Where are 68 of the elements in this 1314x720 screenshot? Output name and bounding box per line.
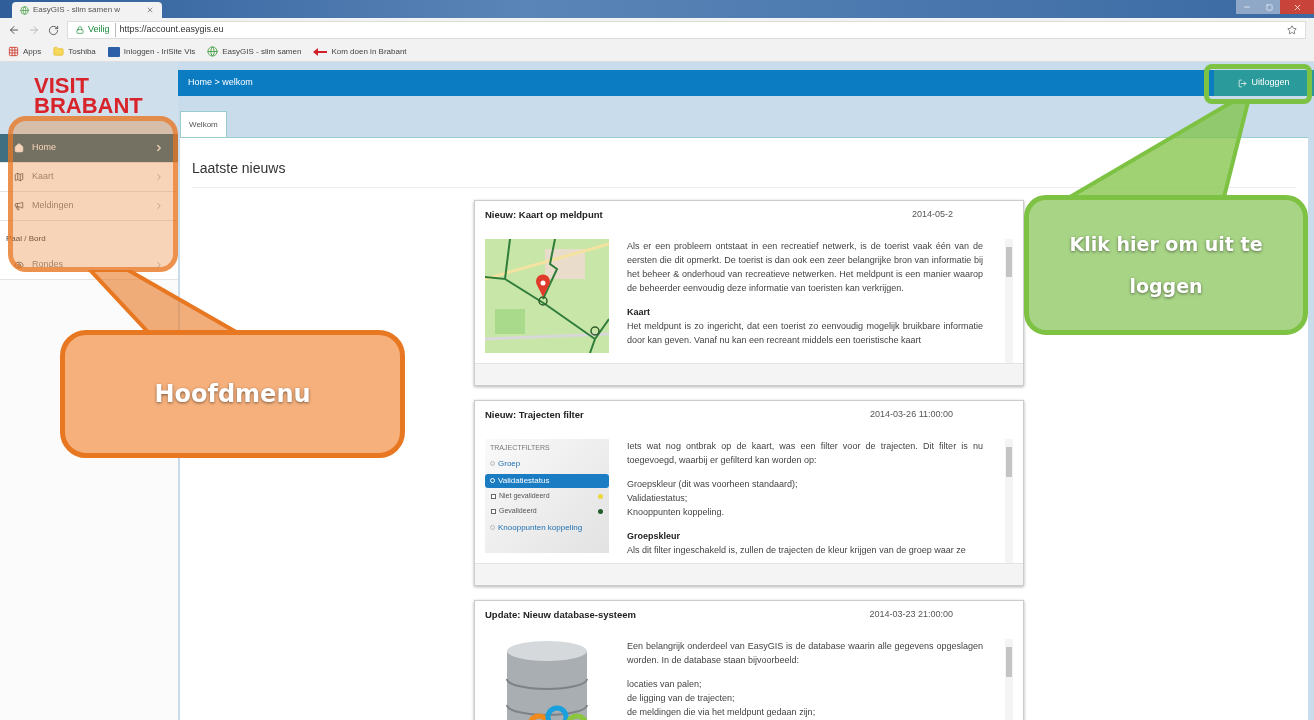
news-title: Update: Nieuw database-systeem: [485, 607, 636, 622]
news-paragraph: Een belangrijk onderdeel van EasyGIS is de database waarin alle gegevens opgeslagen worden. In de database staan bijvoorbeeld:: [627, 640, 983, 667]
chevron-icon: [154, 260, 164, 270]
forward-icon[interactable]: [28, 24, 40, 36]
news-subheading: Kaart: [627, 306, 651, 319]
news-title: Nieuw: Trajecten filter: [485, 407, 584, 422]
folder-icon: [53, 46, 65, 57]
news-date: 2014-03-26 11:00:00: [870, 408, 953, 422]
eye-icon: [14, 260, 24, 270]
close-icon[interactable]: [146, 6, 154, 14]
list-line: Validatiestatus;: [627, 492, 689, 505]
breadcrumb[interactable]: Home > welkom: [178, 76, 253, 90]
megaphone-icon: [14, 201, 24, 211]
list-line: Groepskleur (dit was voorheen standaard);: [627, 478, 799, 491]
list-line: de ligging van de trajecten;: [627, 692, 736, 705]
filter-option: Validatiestatus: [485, 473, 609, 488]
globe-icon: [207, 46, 219, 57]
checkbox-icon: [491, 494, 496, 499]
chevron-icon: [154, 201, 164, 211]
bookmark[interactable]: Kom doen in Brabant: [313, 45, 407, 58]
map-icon: [14, 172, 24, 182]
globe-icon: [20, 5, 29, 15]
callout-text: Klik hier om uit te loggen: [1068, 232, 1264, 299]
maximize-button[interactable]: [1258, 0, 1280, 14]
back-icon[interactable]: [8, 24, 20, 36]
chevron-icon: [154, 172, 164, 182]
news-paragraph: Het meldpunt is zo ingericht, dat een toerist zo eenvoudig mogelijk bruikbare informatie door kan geven. Vanaf nu kan een recreant middels een toeristische kaart: [627, 320, 983, 347]
news-date: 2014-05-2: [911, 208, 953, 222]
lock-icon: [76, 26, 84, 34]
filter-option: Knooppunten koppeling: [485, 520, 609, 535]
scrollbar[interactable]: [1005, 239, 1013, 363]
logo: VISIT BRABANT: [34, 76, 144, 116]
apps-grid-icon: [8, 46, 19, 57]
maximize-icon: [1265, 3, 1273, 11]
logout-icon: [1238, 78, 1248, 88]
security-label: Veilig: [88, 23, 116, 37]
close-icon: [1292, 2, 1302, 12]
scrollbar[interactable]: [1005, 439, 1013, 563]
list-line: locaties van palen;: [627, 678, 703, 691]
minimize-button[interactable]: [1236, 0, 1258, 14]
sidebar-item[interactable]: Home: [0, 134, 178, 163]
tab[interactable]: Welkom: [180, 111, 227, 137]
site-icon: [107, 46, 120, 57]
news-paragraph: Iets wat nog ontbrak op de kaart, was een filter voor de trajecten. Dit filter is nu toegevoegd, waarbij er gefilterd kan worden op:: [627, 440, 983, 467]
url-text: https://account.easygis.eu: [119, 23, 224, 37]
bookmark[interactable]: Apps: [8, 45, 42, 58]
reload-icon[interactable]: [48, 24, 59, 36]
news-date: 2014-03-23 21:00:00: [869, 608, 953, 622]
callout-text: Hoofdmenu: [154, 379, 311, 410]
news-paragraph: Als er een probleem ontstaat in een recreatief netwerk, is de toerist vaak één van de eersten die dit opmerkt. De toerist is dan ook een zeer belangrijke bron van informatie bij het beheer & onderhoud van recreatieve netwerken. Het meldpunt is een manier waarop de beheerder eenvoudig deze informatie van toeristen kan verkrijgen.: [627, 240, 983, 295]
browser-tab[interactable]: EasyGIS - slim samen w: [12, 2, 162, 18]
address-bar[interactable]: Veilig https://account.easygis.eu: [67, 21, 1306, 39]
minimize-icon: [1243, 3, 1251, 11]
home-icon: [14, 143, 24, 153]
star-icon[interactable]: [1287, 25, 1297, 35]
bookmark[interactable]: Toshiba: [53, 45, 96, 58]
chevron-icon: [154, 143, 164, 153]
news-subheading: Groepskleur: [627, 530, 682, 543]
news-title: Nieuw: Kaart op meldpunt: [485, 207, 603, 222]
news-paragraph: Als dit filter ingeschakeld is, zullen de trajecten de kleur krijgen van de groep waar ze: [627, 544, 967, 557]
filter-option: Groep: [485, 456, 609, 471]
list-line: de meldingen die via het meldpunt gedaan zijn;: [627, 706, 817, 719]
list-line: Knooppunten koppeling.: [627, 506, 726, 519]
bookmark[interactable]: Inloggen - IriSite Vis: [107, 45, 196, 58]
checkbox-icon: [491, 509, 496, 514]
arrow-icon: [313, 47, 328, 56]
bookmark[interactable]: EasyGIS - slim samen: [207, 45, 302, 58]
close-button[interactable]: [1280, 0, 1314, 14]
